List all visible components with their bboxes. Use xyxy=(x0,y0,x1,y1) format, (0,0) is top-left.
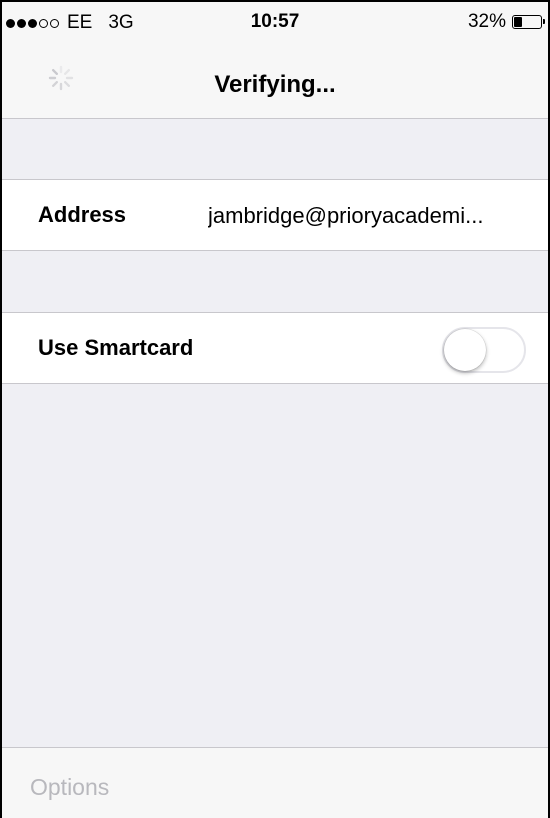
battery-nub xyxy=(543,19,545,24)
top-bar: EE 3G 10:57 32% Verifying... xyxy=(2,2,548,119)
battery-level-fill xyxy=(514,17,523,27)
page-title: Verifying... xyxy=(214,71,336,98)
address-row[interactable]: Address jambridge@prioryacademi... xyxy=(2,179,548,251)
smartcard-label: Use Smartcard xyxy=(38,335,194,360)
bottom-toolbar: Options xyxy=(2,747,548,818)
battery-percent: 32% xyxy=(467,11,506,32)
options-button[interactable]: Options xyxy=(30,774,109,801)
battery-icon xyxy=(512,15,545,29)
address-label: Address xyxy=(38,202,127,227)
status-bar: EE 3G 10:57 32% xyxy=(2,2,548,42)
battery-status: 32% xyxy=(467,11,545,33)
smartcard-row: Use Smartcard xyxy=(2,312,548,384)
clock: 10:57 xyxy=(250,11,300,32)
address-field[interactable]: jambridge@prioryacademi... xyxy=(208,203,540,229)
smartcard-toggle[interactable] xyxy=(442,327,526,373)
navigation-bar: Verifying... xyxy=(2,62,548,112)
verifying-screen: EE 3G 10:57 32% Verifying... Address jam… xyxy=(0,0,550,818)
toggle-knob xyxy=(444,329,486,371)
